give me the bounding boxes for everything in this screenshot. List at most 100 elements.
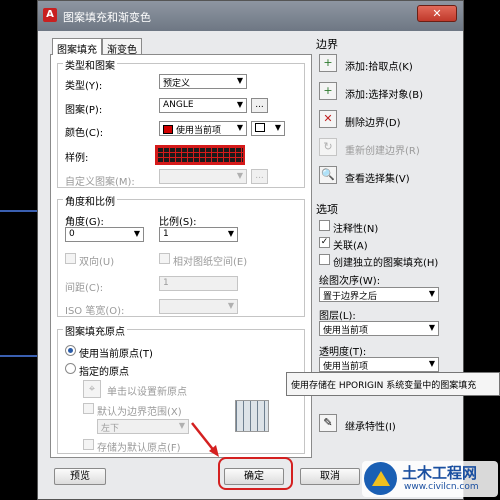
associative-label: 关联(A)	[333, 241, 368, 252]
background-line	[0, 355, 37, 357]
plus-icon: +	[323, 56, 333, 69]
draw-order-select[interactable]: 置于边界之后 ▼	[319, 287, 439, 302]
relative-paper-checkbox[interactable]	[159, 253, 170, 264]
use-current-origin-label: 使用当前原点(T)	[79, 349, 153, 360]
separate-hatches-checkbox[interactable]	[319, 254, 330, 265]
inherit-properties-label[interactable]: 继承特性(I)	[345, 418, 396, 433]
layer-label: 图层(L):	[319, 311, 356, 322]
chevron-down-icon: ▼	[227, 229, 234, 238]
chevron-down-icon: ▼	[236, 100, 243, 109]
recreate-boundary-button[interactable]: ↻	[319, 138, 337, 156]
add-pick-points-label[interactable]: 添加:拾取点(K)	[345, 58, 413, 73]
checkmark-icon: ✓	[320, 237, 329, 247]
spacing-input[interactable]: 1	[159, 276, 238, 291]
plus-icon: +	[323, 84, 333, 97]
iso-pen-label: ISO 笔宽(O):	[65, 306, 125, 317]
close-button[interactable]: ✕	[417, 5, 457, 22]
angle-label: 角度(G):	[65, 217, 104, 228]
custom-pattern-select[interactable]: ▼	[159, 169, 247, 184]
custom-pattern-label: 自定义图案(M):	[65, 177, 135, 188]
pattern-sample[interactable]	[155, 145, 245, 165]
iso-pen-select[interactable]: ▼	[159, 299, 238, 314]
chevron-down-icon: ▼	[274, 123, 281, 132]
no-fill-swatch-icon	[255, 123, 265, 132]
specified-origin-label: 指定的原点	[79, 367, 129, 378]
origin-preview-icon	[235, 400, 269, 432]
scale-select[interactable]: 1 ▼	[159, 227, 238, 242]
chevron-down-icon: ▼	[236, 76, 243, 85]
angle-select[interactable]: 0 ▼	[65, 227, 144, 242]
pattern-select[interactable]: ANGLE ▼	[159, 98, 247, 113]
background-color-select[interactable]: ▼	[251, 121, 285, 136]
store-default-checkbox[interactable]	[83, 439, 94, 450]
annotative-label: 注释性(N)	[333, 224, 379, 235]
chevron-down-icon: ▼	[133, 229, 140, 238]
transparency-label: 透明度(T):	[319, 347, 367, 358]
scale-label: 比例(S):	[159, 217, 197, 228]
origin-tooltip: 使用存储在 HPORIGIN 系统变量中的图案填充	[286, 372, 500, 396]
store-default-label: 存储为默认原点(F)	[97, 443, 181, 454]
recreate-boundary-label[interactable]: 重新创建边界(R)	[345, 142, 420, 157]
logo-name: 土木工程网	[402, 464, 478, 482]
separate-hatches-label: 创建独立的图案填充(H)	[333, 258, 439, 269]
corner-select[interactable]: 左下 ▼	[97, 419, 189, 434]
pattern-browse-button[interactable]: ...	[251, 98, 268, 113]
view-selections-button[interactable]: 🔍	[319, 166, 337, 184]
group-title: 图案填充原点	[63, 323, 127, 338]
double-label: 双向(U)	[79, 257, 115, 268]
hatch-dialog: A 图案填充和渐变色 ✕ 图案填充 渐变色 类型和图案 类型(Y): 预定义 ▼ …	[37, 0, 464, 500]
chevron-down-icon: ▼	[428, 359, 435, 368]
transparency-select[interactable]: 使用当前项 ▼	[319, 357, 439, 372]
annotative-checkbox[interactable]	[319, 220, 330, 231]
click-origin-label: 单击以设置新原点	[107, 387, 187, 398]
boundaries-title: 边界	[316, 38, 338, 51]
options-title: 选项	[316, 203, 338, 216]
type-select[interactable]: 预定义 ▼	[159, 74, 247, 89]
relative-paper-label: 相对图纸空间(E)	[173, 257, 248, 268]
add-pick-points-button[interactable]: +	[319, 54, 337, 72]
hatch-panel: 类型和图案 类型(Y): 预定义 ▼ 图案(P): ANGLE ▼ ... 颜色(C…	[50, 54, 312, 458]
layer-select[interactable]: 使用当前项 ▼	[319, 321, 439, 336]
use-current-origin-radio[interactable]	[65, 345, 76, 356]
window-title: 图案填充和渐变色	[63, 11, 151, 24]
remove-boundaries-button[interactable]: ✕	[319, 110, 337, 128]
tab-gradient[interactable]: 渐变色	[102, 38, 142, 56]
remove-boundaries-label[interactable]: 删除边界(D)	[345, 114, 401, 129]
associative-checkbox[interactable]: ✓	[319, 237, 330, 248]
remove-icon: ✕	[323, 112, 333, 125]
chevron-down-icon: ▼	[236, 123, 243, 132]
logo-mark-icon	[364, 462, 397, 495]
add-select-objects-button[interactable]: +	[319, 82, 337, 100]
double-checkbox[interactable]	[65, 253, 76, 264]
brush-icon: ✎	[323, 416, 333, 429]
default-extents-checkbox[interactable]	[83, 403, 94, 414]
type-label: 类型(Y):	[65, 81, 103, 92]
draw-order-label: 绘图次序(W):	[319, 276, 381, 287]
view-selections-label[interactable]: 查看选择集(V)	[345, 170, 410, 185]
chevron-down-icon: ▼	[428, 323, 435, 332]
crosshair-icon: ⌖	[88, 382, 96, 395]
chevron-down-icon: ▼	[227, 301, 234, 310]
red-arrow-icon	[191, 422, 219, 457]
app-icon: A	[43, 8, 57, 22]
logo-url: www.civilcn.com	[404, 482, 479, 492]
custom-browse-button[interactable]: ...	[251, 169, 268, 184]
red-swatch-icon	[163, 125, 173, 134]
chevron-down-icon: ▼	[428, 289, 435, 298]
title-bar: A 图案填充和渐变色 ✕	[38, 1, 463, 31]
color-label: 颜色(C):	[65, 128, 104, 139]
add-select-objects-label[interactable]: 添加:选择对象(B)	[345, 86, 423, 101]
color-select[interactable]: 使用当前项 ▼	[159, 121, 247, 136]
inherit-properties-button[interactable]: ✎	[319, 414, 337, 432]
ok-highlight-box	[218, 457, 293, 490]
magnifier-icon: 🔍	[321, 168, 335, 181]
preview-button[interactable]: 预览	[54, 468, 106, 485]
cancel-button[interactable]: 取消	[300, 468, 360, 485]
chevron-down-icon: ▼	[178, 421, 185, 430]
specified-origin-radio[interactable]	[65, 363, 76, 374]
spacing-label: 间距(C):	[65, 283, 104, 294]
tab-hatch[interactable]: 图案填充	[52, 38, 102, 56]
refresh-icon: ↻	[323, 140, 333, 153]
click-origin-button[interactable]: ⌖	[83, 380, 101, 398]
watermark-logo: 土木工程网 www.civilcn.com	[362, 461, 498, 497]
